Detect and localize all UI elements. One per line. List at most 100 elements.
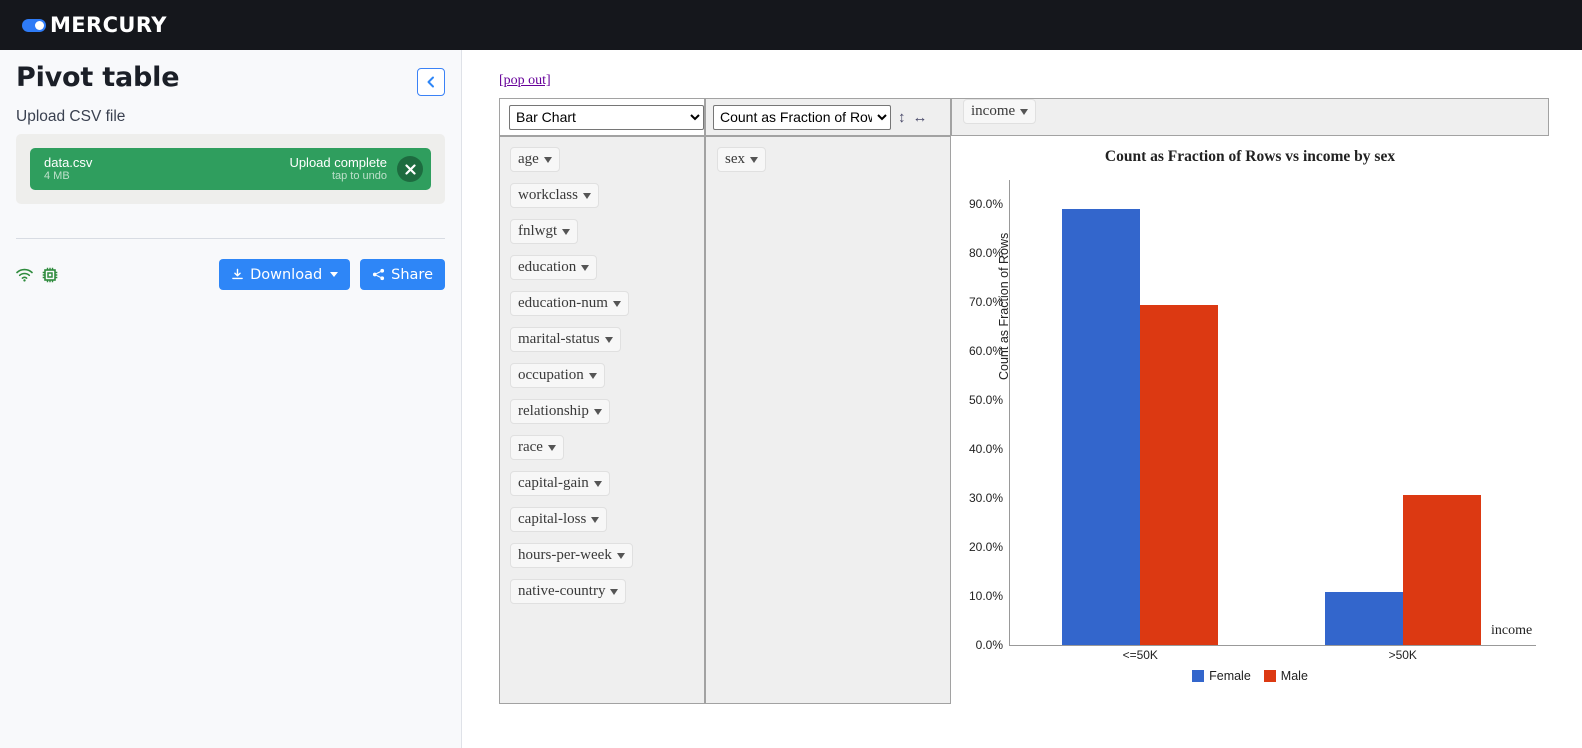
upload-status: Upload complete xyxy=(289,155,387,170)
upload-undo-hint: tap to undo xyxy=(332,170,387,183)
unused-attribute-label: education-num xyxy=(518,295,608,312)
aggregator-select[interactable]: CountCount as Fraction of TotalCount as … xyxy=(713,105,891,130)
unused-attributes-area[interactable]: age workclass fnlwgt education education-num… xyxy=(499,136,705,704)
chart-bar-male-1[interactable] xyxy=(1403,495,1481,645)
chevron-down-icon xyxy=(589,373,597,379)
column-attribute-income[interactable]: income xyxy=(963,99,1036,124)
sort-vertical-icon[interactable]: ↕ xyxy=(898,109,906,126)
unused-attribute-marital-status[interactable]: marital-status xyxy=(510,327,621,352)
renderer-cell: TableBar ChartLine ChartArea ChartScatte… xyxy=(499,98,705,136)
unused-attribute-education-num[interactable]: education-num xyxy=(510,291,629,316)
upload-filesize: 4 MB xyxy=(44,170,92,183)
row-attribute-area[interactable]: sex xyxy=(705,136,951,704)
chevron-down-icon xyxy=(610,589,618,595)
unused-attribute-education[interactable]: education xyxy=(510,255,597,280)
chevron-down-icon xyxy=(581,265,589,271)
legend-item-male[interactable]: Male xyxy=(1264,669,1308,683)
chart-y-tick-label: 0.0% xyxy=(976,638,1003,652)
status-icon-group xyxy=(16,267,58,283)
chart-legend: Female Male xyxy=(951,669,1549,683)
unused-attribute-label: native-country xyxy=(518,583,605,600)
upload-panel: data.csv 4 MB Upload complete tap to und… xyxy=(16,134,445,204)
download-label: Download xyxy=(250,267,322,283)
footer-button-group: Download Share xyxy=(219,259,445,290)
chart-y-tick-label: 80.0% xyxy=(969,246,1003,260)
chevron-down-icon xyxy=(605,337,613,343)
sidebar-divider xyxy=(16,238,445,239)
chart-y-tick-label: 20.0% xyxy=(969,540,1003,554)
mercury-pill-logo-icon xyxy=(22,19,46,32)
chevron-down-icon xyxy=(1020,109,1028,115)
unused-attribute-label: fnlwgt xyxy=(518,223,557,240)
chart-y-tick-label: 60.0% xyxy=(969,344,1003,358)
chevron-down-icon xyxy=(750,157,758,163)
cpu-icon xyxy=(42,267,58,283)
legend-swatch xyxy=(1192,670,1204,682)
unused-attribute-capital-loss[interactable]: capital-loss xyxy=(510,507,607,532)
unused-attribute-label: age xyxy=(518,151,539,168)
chevron-down-icon xyxy=(617,553,625,559)
chart-y-tick-label: 90.0% xyxy=(969,197,1003,211)
pop-out-link[interactable]: [pop out] xyxy=(499,73,551,89)
chart-plot-area: 0.0%10.0%20.0%30.0%40.0%50.0%60.0%70.0%8… xyxy=(1009,180,1534,645)
chart-bar-male-0[interactable] xyxy=(1140,305,1218,645)
page-title: Pivot table xyxy=(16,62,179,93)
unused-attribute-list: age workclass fnlwgt education education-num… xyxy=(510,147,704,615)
legend-label: Male xyxy=(1281,669,1308,683)
chart-x-tick-label: >50K xyxy=(1389,648,1417,662)
column-attribute-label: income xyxy=(971,103,1015,120)
chevron-down-icon xyxy=(562,229,570,235)
share-label: Share xyxy=(391,267,433,283)
download-icon xyxy=(231,268,244,281)
download-button[interactable]: Download xyxy=(219,259,350,290)
chart-bar-female-0[interactable] xyxy=(1062,209,1140,645)
unused-attribute-label: education xyxy=(518,259,576,276)
row-attribute-sex[interactable]: sex xyxy=(717,147,766,172)
main-content: [pop out] TableBar ChartLine ChartArea C… xyxy=(462,50,1582,748)
chevron-down-icon xyxy=(594,481,602,487)
chart-y-tick-label: 70.0% xyxy=(969,295,1003,309)
chart-y-tick-label: 50.0% xyxy=(969,393,1003,407)
legend-item-female[interactable]: Female xyxy=(1192,669,1251,683)
chart-y-tick-label: 10.0% xyxy=(969,589,1003,603)
chevron-down-icon xyxy=(548,445,556,451)
chart-x-axis-line xyxy=(1009,645,1536,646)
chevron-down-icon xyxy=(544,157,552,163)
sidebar-collapse-button[interactable] xyxy=(417,68,445,96)
chart-y-tick-label: 30.0% xyxy=(969,491,1003,505)
unused-attribute-race[interactable]: race xyxy=(510,435,564,460)
sort-horizontal-icon[interactable]: ↔ xyxy=(913,109,928,126)
wifi-icon xyxy=(16,268,33,282)
unused-attribute-fnlwgt[interactable]: fnlwgt xyxy=(510,219,578,244)
close-icon xyxy=(405,164,416,175)
upload-filename: data.csv xyxy=(44,155,92,170)
renderer-select[interactable]: TableBar ChartLine ChartArea ChartScatte… xyxy=(509,105,704,130)
chart-bar-female-1[interactable] xyxy=(1325,592,1403,645)
sidebar-footer: Download Share xyxy=(16,259,445,290)
upload-status-info: Upload complete tap to undo xyxy=(289,155,387,183)
row-attribute-label: sex xyxy=(725,151,745,168)
brand-logo[interactable]: MERCURY xyxy=(22,13,167,37)
pivot-table: TableBar ChartLine ChartArea ChartScatte… xyxy=(499,98,1549,704)
unused-attribute-label: workclass xyxy=(518,187,578,204)
unused-attribute-workclass[interactable]: workclass xyxy=(510,183,599,208)
unused-attribute-label: marital-status xyxy=(518,331,600,348)
pivot-body-row: age workclass fnlwgt education education-num… xyxy=(499,136,1549,704)
pivot-header-row: TableBar ChartLine ChartArea ChartScatte… xyxy=(499,98,1549,136)
upload-close-button[interactable] xyxy=(397,156,423,182)
unused-attribute-native-country[interactable]: native-country xyxy=(510,579,626,604)
legend-label: Female xyxy=(1209,669,1251,683)
column-attribute-area[interactable]: income xyxy=(951,98,1549,136)
unused-attribute-label: relationship xyxy=(518,403,589,420)
upload-card[interactable]: data.csv 4 MB Upload complete tap to und… xyxy=(30,148,431,190)
unused-attribute-capital-gain[interactable]: capital-gain xyxy=(510,471,610,496)
unused-attribute-hours-per-week[interactable]: hours-per-week xyxy=(510,543,633,568)
unused-attribute-label: race xyxy=(518,439,543,456)
unused-attribute-occupation[interactable]: occupation xyxy=(510,363,605,388)
brand-name: MERCURY xyxy=(50,13,167,37)
unused-attribute-age[interactable]: age xyxy=(510,147,560,172)
aggregator-cell: CountCount as Fraction of TotalCount as … xyxy=(705,98,951,136)
sidebar: Pivot table Upload CSV file data.csv 4 M… xyxy=(0,50,462,748)
unused-attribute-relationship[interactable]: relationship xyxy=(510,399,610,424)
share-button[interactable]: Share xyxy=(360,259,445,290)
